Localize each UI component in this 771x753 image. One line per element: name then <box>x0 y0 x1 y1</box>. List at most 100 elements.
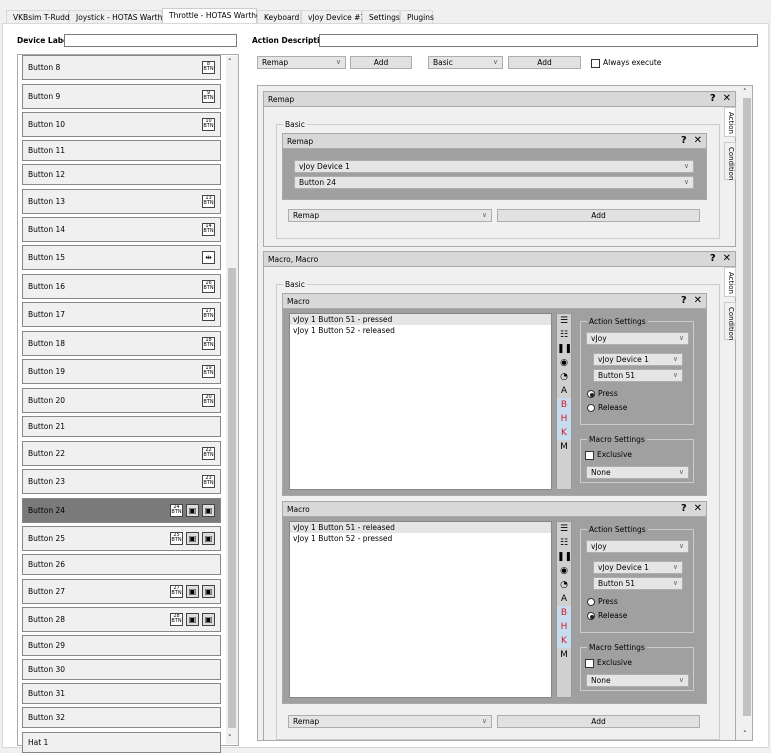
add-action-button[interactable]: Add <box>497 715 700 728</box>
tab-action[interactable]: Action <box>724 107 736 137</box>
input-item[interactable]: Button 12 <box>22 163 221 185</box>
macro-tool-icon[interactable]: ☷ <box>557 536 571 550</box>
macro-tool-k[interactable]: K <box>557 634 571 648</box>
exclusive-checkbox[interactable]: Exclusive <box>585 658 632 668</box>
macro-tool-icon[interactable]: ◔ <box>557 578 571 592</box>
macro-entry[interactable]: vJoy 1 Button 51 - pressed <box>290 314 551 325</box>
input-item[interactable]: Button 30 <box>22 658 221 680</box>
input-item[interactable]: Button 27 27 BTN ▣ ▣ <box>22 578 221 604</box>
add-action-button[interactable]: Add <box>497 209 700 222</box>
macro-entry-list[interactable]: vJoy 1 Button 51 - released vJoy 1 Button… <box>289 521 552 698</box>
macro-tool-icon[interactable]: ☰ <box>557 522 571 536</box>
press-radio[interactable]: Press <box>587 389 618 398</box>
macro-entry[interactable]: vJoy 1 Button 52 - released <box>290 325 551 336</box>
macro-tool-m[interactable]: M <box>557 648 571 662</box>
scroll-down-icon[interactable]: ˅ <box>228 734 232 742</box>
tab-action[interactable]: Action <box>724 267 736 297</box>
container-type-combo[interactable]: Basic <box>428 56 503 69</box>
input-list-scrollbar[interactable]: ˄ ˅ <box>226 56 238 744</box>
tab-5[interactable]: Settings <box>362 10 400 23</box>
input-item[interactable]: Button 8 8 BTN <box>22 54 221 80</box>
tab-4[interactable]: vJoy Device #1 <box>301 10 365 23</box>
scroll-down-icon[interactable]: ˅ <box>743 730 747 738</box>
tab-condition[interactable]: Condition <box>724 302 736 340</box>
macro-tool-h[interactable]: H <box>557 620 571 634</box>
input-item[interactable]: Button 23 23 BTN <box>22 468 221 494</box>
input-item[interactable]: Button 15 ⇹ <box>22 244 221 270</box>
vjoy-device-combo[interactable]: vJoy Device 1 <box>593 561 683 574</box>
macro-entry[interactable]: vJoy 1 Button 52 - pressed <box>290 533 551 544</box>
input-item[interactable]: Button 24 24 BTN ▣ ▣ <box>22 497 221 523</box>
input-item[interactable]: Button 26 <box>22 553 221 575</box>
macro-tool-m[interactable]: M <box>557 440 571 454</box>
input-item[interactable]: Button 31 <box>22 682 221 704</box>
close-icon[interactable]: ✕ <box>694 503 702 514</box>
input-item[interactable]: Button 19 19 BTN <box>22 358 221 384</box>
close-icon[interactable]: ✕ <box>723 93 731 104</box>
input-item[interactable]: Button 20 20 BTN <box>22 387 221 413</box>
input-item[interactable]: Button 11 <box>22 139 221 161</box>
macro-tool-icon[interactable]: ❚❚ <box>557 342 572 356</box>
vjoy-device-combo[interactable]: vJoy Device 1 <box>593 353 683 366</box>
input-item[interactable]: Button 29 <box>22 634 221 656</box>
macro-tool-icon[interactable]: ☷ <box>557 328 571 342</box>
input-item[interactable]: Button 22 22 BTN <box>22 440 221 466</box>
help-icon[interactable]: ? <box>710 253 716 264</box>
scroll-thumb[interactable] <box>228 268 236 728</box>
help-icon[interactable]: ? <box>710 93 716 104</box>
action-type-combo[interactable]: Remap <box>288 209 492 222</box>
input-item[interactable]: Button 14 14 BTN <box>22 216 221 242</box>
macro-tool-icon[interactable]: ◔ <box>557 370 571 384</box>
macro-tool-b[interactable]: B <box>557 398 571 412</box>
scroll-up-icon[interactable]: ˄ <box>743 88 747 96</box>
macro-tool-b[interactable]: B <box>557 606 571 620</box>
input-item[interactable]: Button 28 28 BTN ▣ ▣ <box>22 606 221 632</box>
repeat-combo[interactable]: None <box>586 674 689 687</box>
scroll-thumb[interactable] <box>743 98 751 716</box>
action-type-combo[interactable]: Remap <box>257 56 346 69</box>
exclusive-checkbox[interactable]: Exclusive <box>585 450 632 460</box>
release-radio[interactable]: Release <box>587 403 627 412</box>
vjoy-button-combo[interactable]: Button 51 <box>593 369 683 382</box>
macro-tool-a[interactable]: A <box>557 592 571 606</box>
macro-entry-list[interactable]: vJoy 1 Button 51 - pressed vJoy 1 Button … <box>289 313 552 490</box>
input-item[interactable]: Button 18 18 BTN <box>22 330 221 356</box>
add-action-button[interactable]: Add <box>350 56 412 69</box>
device-label-input[interactable] <box>64 34 237 47</box>
add-container-button[interactable]: Add <box>508 56 581 69</box>
macro-tool-a[interactable]: A <box>557 384 571 398</box>
always-execute-checkbox[interactable]: Always execute <box>591 58 661 68</box>
help-icon[interactable]: ? <box>681 135 687 146</box>
input-item[interactable]: Button 10 10 BTN <box>22 111 221 137</box>
input-item[interactable]: Button 16 16 BTN <box>22 273 221 299</box>
macro-tool-icon[interactable]: ◉ <box>557 356 571 370</box>
repeat-combo[interactable]: None <box>586 466 689 479</box>
input-item[interactable]: Button 32 <box>22 706 221 728</box>
action-description-input[interactable] <box>319 34 758 47</box>
action-type-combo[interactable]: Remap <box>288 715 492 728</box>
vjoy-button-combo[interactable]: Button 51 <box>593 577 683 590</box>
action-type-combo[interactable]: vJoy <box>586 332 689 345</box>
close-icon[interactable]: ✕ <box>723 253 731 264</box>
macro-tool-k[interactable]: K <box>557 426 571 440</box>
tab-2[interactable]: Throttle - HOTAS Warthog <box>162 8 265 24</box>
macro-entry[interactable]: vJoy 1 Button 51 - released <box>290 522 551 533</box>
help-icon[interactable]: ? <box>681 503 687 514</box>
input-item[interactable]: Button 13 13 BTN <box>22 188 221 214</box>
macro-tool-icon[interactable]: ◉ <box>557 564 571 578</box>
input-item[interactable]: Button 25 25 BTN ▣ ▣ <box>22 525 221 551</box>
scroll-up-icon[interactable]: ˄ <box>228 58 232 66</box>
vjoy-device-combo[interactable]: vJoy Device 1 <box>294 160 694 173</box>
vjoy-button-combo[interactable]: Button 24 <box>294 176 694 189</box>
actions-scrollbar[interactable]: ˄ ˅ <box>742 86 752 740</box>
action-type-combo[interactable]: vJoy <box>586 540 689 553</box>
input-item[interactable]: Button 17 17 BTN <box>22 301 221 327</box>
tab-0[interactable]: VKBsim T-Rudder <box>6 10 77 23</box>
tab-3[interactable]: Keyboard <box>257 10 301 23</box>
release-radio[interactable]: Release <box>587 611 627 620</box>
close-icon[interactable]: ✕ <box>694 135 702 146</box>
tab-condition[interactable]: Condition <box>724 142 736 180</box>
macro-tool-icon[interactable]: ☰ <box>557 314 571 328</box>
tab-6[interactable]: Plugins <box>400 10 434 23</box>
press-radio[interactable]: Press <box>587 597 618 606</box>
